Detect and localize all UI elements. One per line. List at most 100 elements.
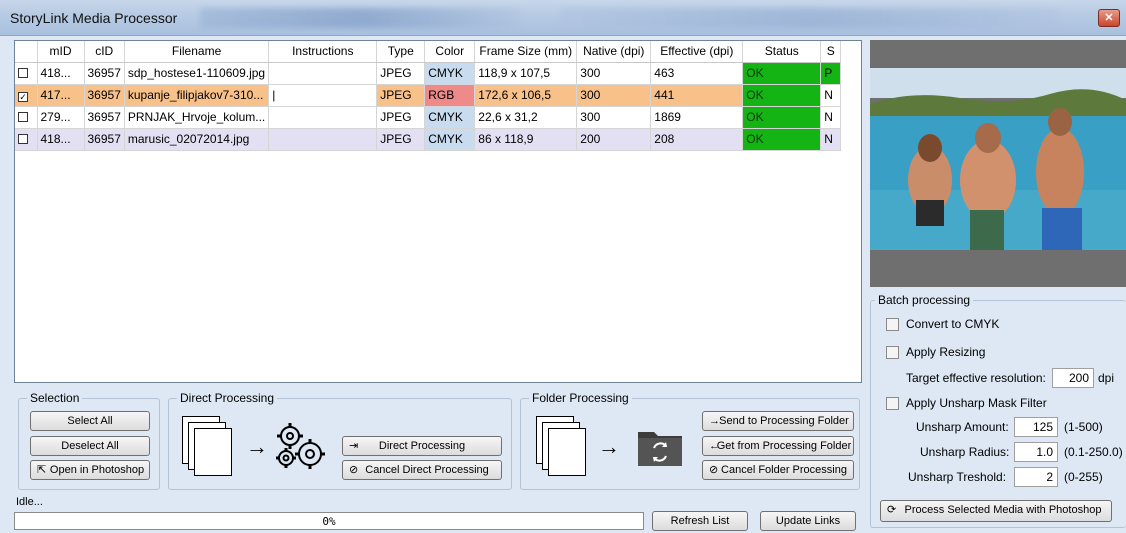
send-to-processing-folder-label: Send to Processing Folder — [719, 415, 849, 427]
unsharp-mask-checkbox[interactable] — [886, 397, 899, 410]
row-checkbox-cell[interactable] — [15, 128, 38, 151]
cancel-folder-processing-label: Cancel Folder Processing — [721, 464, 847, 476]
row-checkbox-cell[interactable] — [15, 106, 38, 129]
cell-frame-size: 22,6 x 31,2 — [474, 106, 578, 129]
status-text: Idle... — [16, 496, 43, 508]
table-row[interactable]: 418... 36957 marusic_02072014.jpg JPEG C… — [15, 128, 842, 151]
unsharp-threshold-input[interactable]: 2 — [1014, 467, 1058, 487]
unsharp-threshold-label: Unsharp Treshold: — [908, 470, 1007, 484]
column-header-effective-dpi[interactable]: Effective (dpi) — [650, 41, 744, 63]
row-checkbox-cell[interactable]: ✓ — [15, 84, 38, 107]
window-title: StoryLink Media Processor — [10, 10, 178, 26]
column-header-color[interactable]: Color — [424, 41, 476, 63]
cell-color: RGB — [424, 84, 476, 107]
column-header-cid[interactable]: cID — [84, 41, 125, 63]
cell-mid: 418... — [37, 128, 85, 151]
cell-instructions[interactable] — [268, 106, 378, 129]
target-resolution-label: Target effective resolution: — [906, 371, 1046, 385]
convert-cmyk-label[interactable]: Convert to CMYK — [906, 317, 999, 331]
cancel-icon: ⊘ — [709, 464, 719, 476]
refresh-list-button[interactable]: Refresh List — [652, 511, 748, 531]
table-row[interactable]: ✓ 417... 36957 kupanje_filipjakov7-310..… — [15, 84, 842, 107]
column-header-check[interactable] — [15, 41, 38, 63]
cell-color: CMYK — [424, 62, 476, 85]
direct-processing-group-title: Direct Processing — [177, 391, 278, 405]
process-with-photoshop-button[interactable]: ⟳ Process Selected Media with Photoshop — [880, 500, 1112, 522]
cell-filename: PRNJAK_Hrvoje_kolum... — [124, 106, 270, 129]
cell-type: JPEG — [376, 84, 426, 107]
cell-cid: 36957 — [84, 84, 125, 107]
preview-photo — [870, 40, 1126, 287]
cell-native-dpi: 300 — [576, 106, 652, 129]
cell-status: OK — [742, 128, 822, 151]
get-from-processing-folder-button[interactable]: ← Get from Processing Folder — [702, 436, 854, 456]
row-checkbox[interactable] — [18, 68, 28, 78]
direct-processing-button[interactable]: ⇥ Direct Processing — [342, 436, 502, 456]
column-header-type[interactable]: Type — [376, 41, 426, 63]
cell-effective-dpi: 463 — [650, 62, 744, 85]
selection-group-title: Selection — [27, 391, 83, 405]
unsharp-amount-input[interactable]: 125 — [1014, 417, 1058, 437]
table-header-row: mID cID Filename Instructions Type Color… — [15, 41, 842, 63]
convert-cmyk-checkbox[interactable] — [886, 318, 899, 331]
target-resolution-input[interactable]: 200 — [1052, 368, 1094, 388]
cell-status: OK — [742, 84, 822, 107]
cell-frame-size: 172,6 x 106,5 — [474, 84, 578, 107]
cancel-folder-processing-button[interactable]: ⊘ Cancel Folder Processing — [702, 460, 854, 480]
cell-native-dpi: 300 — [576, 84, 652, 107]
cell-type: JPEG — [376, 62, 426, 85]
column-header-instructions[interactable]: Instructions — [268, 41, 378, 63]
external-link-icon: ⇱ — [37, 464, 47, 476]
cell-mid: 418... — [37, 62, 85, 85]
column-header-filename[interactable]: Filename — [124, 41, 270, 63]
open-in-photoshop-label: Open in Photoshop — [49, 464, 145, 476]
apply-resizing-label[interactable]: Apply Resizing — [906, 345, 985, 359]
column-header-mid[interactable]: mID — [37, 41, 85, 63]
batch-processing-group: Batch processing — [870, 293, 1126, 528]
apply-resizing-checkbox[interactable] — [886, 346, 899, 359]
cell-frame-size: 86 x 118,9 — [474, 128, 578, 151]
cell-native-dpi: 200 — [576, 128, 652, 151]
cell-status: OK — [742, 106, 822, 129]
cell-instructions[interactable] — [268, 128, 378, 151]
row-checkbox[interactable]: ✓ — [18, 92, 28, 102]
cell-color: CMYK — [424, 128, 476, 151]
column-header-frame-size[interactable]: Frame Size (mm) — [474, 41, 578, 63]
table-row[interactable]: 279... 36957 PRNJAK_Hrvoje_kolum... JPEG… — [15, 106, 842, 129]
cell-filename: kupanje_filipjakov7-310... — [124, 84, 270, 107]
table-row[interactable]: 418... 36957 sdp_hostese1-110609.jpg JPE… — [15, 62, 842, 85]
row-checkbox-cell[interactable] — [15, 62, 38, 85]
open-in-photoshop-button[interactable]: ⇱ Open in Photoshop — [30, 460, 150, 480]
refresh-icon: ⟳ — [887, 504, 897, 516]
title-bar: StoryLink Media Processor ✕ — [0, 0, 1126, 36]
deselect-all-button[interactable]: Deselect All — [30, 436, 150, 456]
row-checkbox[interactable] — [18, 112, 28, 122]
cell-instructions[interactable]: | — [268, 84, 378, 107]
cell-mid: 417... — [37, 84, 85, 107]
cell-color: CMYK — [424, 106, 476, 129]
cell-frame-size: 118,9 x 107,5 — [474, 62, 578, 85]
send-to-processing-folder-button[interactable]: → Send to Processing Folder — [702, 411, 854, 431]
batch-processing-group-title: Batch processing — [875, 293, 974, 307]
arrow-right-icon: → — [709, 415, 720, 427]
update-links-button[interactable]: Update Links — [760, 511, 856, 531]
select-all-button[interactable]: Select All — [30, 411, 150, 431]
media-table[interactable]: mID cID Filename Instructions Type Color… — [14, 40, 862, 383]
close-button[interactable]: ✕ — [1098, 9, 1120, 27]
cell-filename: marusic_02072014.jpg — [124, 128, 270, 151]
cancel-direct-processing-button[interactable]: ⊘ Cancel Direct Processing — [342, 460, 502, 480]
cell-s: N — [820, 106, 842, 129]
row-checkbox[interactable] — [18, 134, 28, 144]
column-header-status[interactable]: Status — [742, 41, 822, 63]
cell-status: OK — [742, 62, 822, 85]
cell-cid: 36957 — [84, 128, 125, 151]
column-header-s[interactable]: S — [820, 41, 842, 63]
cell-effective-dpi: 441 — [650, 84, 744, 107]
media-table-grid: mID cID Filename Instructions Type Color… — [15, 41, 842, 151]
cell-instructions[interactable] — [268, 62, 378, 85]
column-header-native-dpi[interactable]: Native (dpi) — [576, 41, 652, 63]
title-bar-background-blur — [200, 8, 520, 28]
sync-folder-icon — [638, 432, 682, 466]
unsharp-radius-input[interactable]: 1.0 — [1014, 442, 1058, 462]
unsharp-mask-label[interactable]: Apply Unsharp Mask Filter — [906, 396, 1047, 410]
